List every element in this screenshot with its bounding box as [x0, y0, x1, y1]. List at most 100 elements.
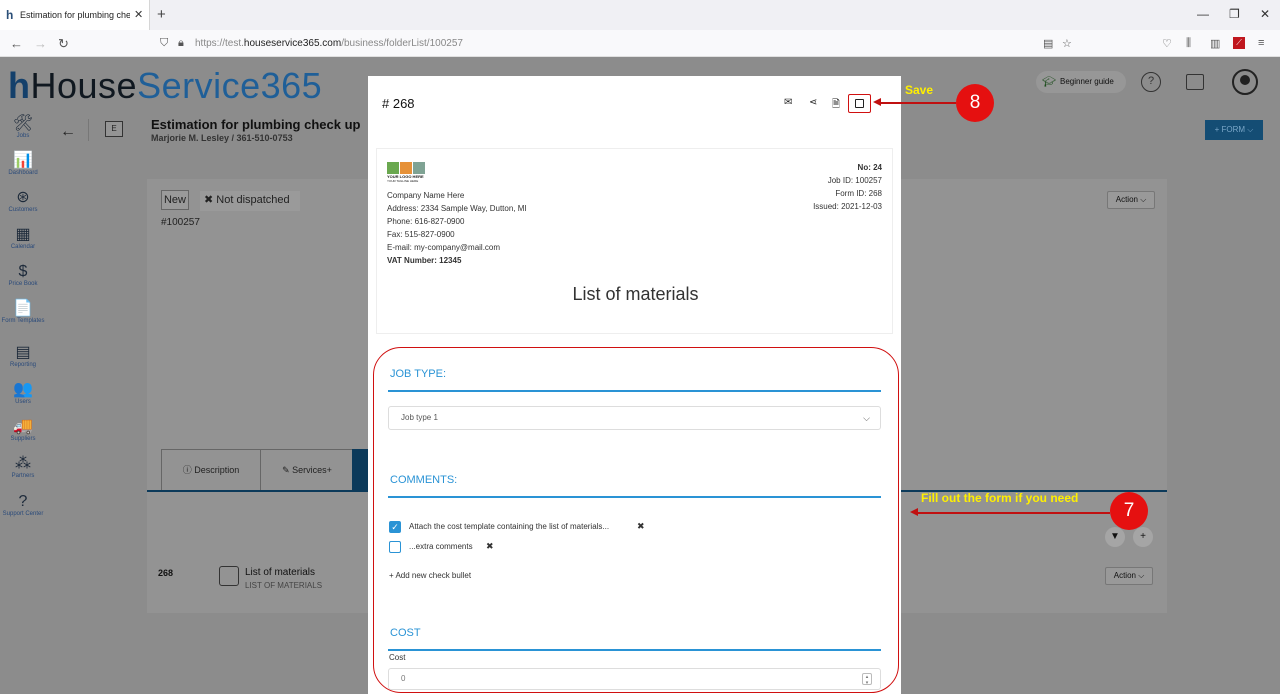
minimize-icon[interactable]: — [1197, 7, 1209, 21]
doc-form-id: Form ID: 268 [835, 189, 882, 198]
houseservice-logo[interactable]: hHouseService365 [8, 65, 322, 107]
folder-icon[interactable] [1186, 74, 1204, 90]
job-tabs: ⓘ Description ✎ Services+ [161, 449, 353, 491]
save-arrow-line [880, 102, 956, 104]
job-number: #100257 [161, 217, 200, 228]
url-bar[interactable]: https://test.houseservice365.com/busines… [195, 38, 463, 49]
company-name: Company Name Here [387, 191, 465, 200]
lock-icon: 🔒︎ [178, 37, 184, 49]
sidebar-item-partners[interactable]: ⁂ Partners [0, 455, 46, 480]
add-form-button[interactable]: + FORM ⌵ [1205, 120, 1263, 140]
graduation-cap-icon: 🎓︎ [1042, 76, 1056, 88]
sidebar-item-price-book[interactable]: $ Price Book [0, 263, 46, 288]
form-row-action-button[interactable]: Action ⌵ [1105, 567, 1153, 585]
suppliers-icon: 🚚 [13, 418, 33, 435]
customers-icon: ⊛ [16, 189, 30, 206]
sidebar-item-calendar[interactable]: ▦ Calendar [0, 226, 46, 251]
url-path: /business/folderList/100257 [341, 38, 463, 49]
browser-tab-bar: h Estimation for plumbing check up ✕ + —… [0, 0, 1280, 30]
status-badge: New [161, 190, 189, 210]
extension-icon[interactable]: ⟋ [1233, 37, 1245, 49]
logo-house: House [30, 65, 138, 106]
sidebar-item-form-templates[interactable]: 📄 Form Templates [0, 300, 46, 325]
tab-close-icon[interactable]: ✕ [134, 8, 143, 21]
beginner-guide-label: Beginner guide [1060, 77, 1114, 86]
help-icon[interactable]: ? [1141, 72, 1161, 92]
browser-tab[interactable]: h Estimation for plumbing check up ✕ [0, 0, 150, 30]
company-phone: Phone: 616-827-0900 [387, 217, 465, 226]
active-tab-indicator[interactable] [352, 449, 368, 491]
pocket-icon[interactable]: ♡ [1162, 37, 1172, 50]
back-nav-icon[interactable]: ← [10, 36, 23, 51]
users-icon: 👥 [13, 381, 33, 398]
beginner-guide-button[interactable]: 🎓︎ Beginner guide [1036, 71, 1126, 93]
job-action-button[interactable]: Action ⌵ [1107, 191, 1155, 209]
form-templates-icon: 📄 [13, 300, 33, 317]
logo-caption: YOUR LOGO HERE YOUR TAGLINE HERE [387, 174, 424, 184]
page-title: Estimation for plumbing check up [151, 117, 361, 132]
fill-form-arrow-line [917, 512, 1110, 514]
sidebar-item-reporting[interactable]: ▤ Reporting [0, 344, 46, 369]
sidebar-item-dashboard[interactable]: 📊 Dashboard [0, 152, 46, 177]
sidebar-item-customers[interactable]: ⊛ Customers [0, 189, 46, 214]
step-7-badge: 7 [1110, 492, 1148, 530]
sidebar-item-label: Calendar [10, 244, 36, 250]
sidebar-item-label: Customers [8, 207, 38, 213]
tab-services[interactable]: ✎ Services+ [261, 450, 353, 490]
sidebar-item-label: Reporting [9, 362, 36, 368]
sidebar-item-suppliers[interactable]: 🚚 Suppliers [0, 418, 46, 443]
url-domain: houseservice365.com [243, 38, 342, 49]
document-heading: List of materials [572, 284, 699, 304]
logo-mark: h [8, 65, 31, 106]
avatar[interactable] [1232, 69, 1258, 95]
doc-issued: Issued: 2021-12-03 [813, 202, 882, 211]
sidebar-item-users[interactable]: 👥 Users [0, 381, 46, 406]
shield-icon[interactable]: ⛉ [160, 37, 168, 50]
dispatch-status[interactable]: ✖ Not dispatched [200, 191, 300, 211]
reporting-icon: ▤ [15, 344, 31, 361]
fill-form-annotation-label: Fill out the form if you need [921, 491, 1079, 505]
sidebar-item-label: Users [15, 399, 31, 405]
pdf-icon[interactable]: 🗎 [832, 97, 840, 114]
sidebar-item-support-center[interactable]: ? Support Center [0, 493, 46, 518]
company-vat: VAT Number: 12345 [387, 256, 462, 265]
reader-view-icon[interactable]: ▤ [1043, 37, 1053, 50]
support-icon: ? [18, 493, 28, 510]
doc-number: No: 24 [857, 163, 882, 172]
form-row-title[interactable]: List of materials [245, 567, 315, 578]
menu-icon[interactable]: ≡ [1258, 37, 1264, 49]
calendar-icon: ▦ [15, 226, 31, 243]
reload-icon[interactable]: ↻ [58, 36, 69, 52]
company-email: E-mail: my-company@mail.com [387, 243, 501, 252]
add-icon[interactable]: + [1133, 527, 1153, 547]
restore-icon[interactable]: ❐ [1229, 7, 1240, 21]
doc-job-id: Job ID: 100257 [827, 176, 882, 185]
header-divider [88, 119, 89, 141]
form-number: # 268 [382, 96, 415, 111]
tab-description[interactable]: ⓘ Description [162, 450, 261, 490]
sidebar-item-label: Dashboard [8, 170, 38, 176]
estimate-type-badge: E [105, 121, 123, 137]
back-arrow-icon[interactable]: ← [60, 123, 76, 141]
share-icon[interactable]: ⋖ [809, 97, 817, 108]
sidebar-toggle-icon[interactable]: ▥ [1210, 37, 1220, 50]
new-tab-button[interactable]: + [157, 6, 166, 23]
sidebar-item-label: Jobs [16, 133, 30, 139]
bookmark-star-icon[interactable]: ☆ [1062, 37, 1072, 50]
library-icon[interactable]: ⫼ [1186, 37, 1191, 50]
save-button[interactable] [848, 94, 871, 113]
form-highlight-oval [373, 347, 899, 693]
company-address: Address: 2334 Sample Way, Dutton, MI [387, 204, 527, 213]
filter-icon[interactable]: ▼ [1105, 527, 1125, 547]
partners-icon: ⁂ [15, 455, 31, 472]
forward-nav-icon[interactable]: → [34, 36, 47, 51]
form-row-subtitle: LIST OF MATERIALS [245, 581, 323, 590]
tab-title: Estimation for plumbing check up [20, 10, 130, 20]
sidebar-item-label: Price Book [8, 281, 38, 287]
form-history-icon [219, 566, 239, 586]
site-favicon-icon: h [6, 8, 14, 22]
customer-contact: Marjorie M. Lesley / 361-510-0753 [151, 133, 293, 143]
email-icon[interactable]: ✉ [784, 97, 792, 108]
window-close-icon[interactable]: ✕ [1260, 7, 1270, 21]
sidebar-item-jobs[interactable]: 🛠 Jobs [0, 115, 46, 140]
